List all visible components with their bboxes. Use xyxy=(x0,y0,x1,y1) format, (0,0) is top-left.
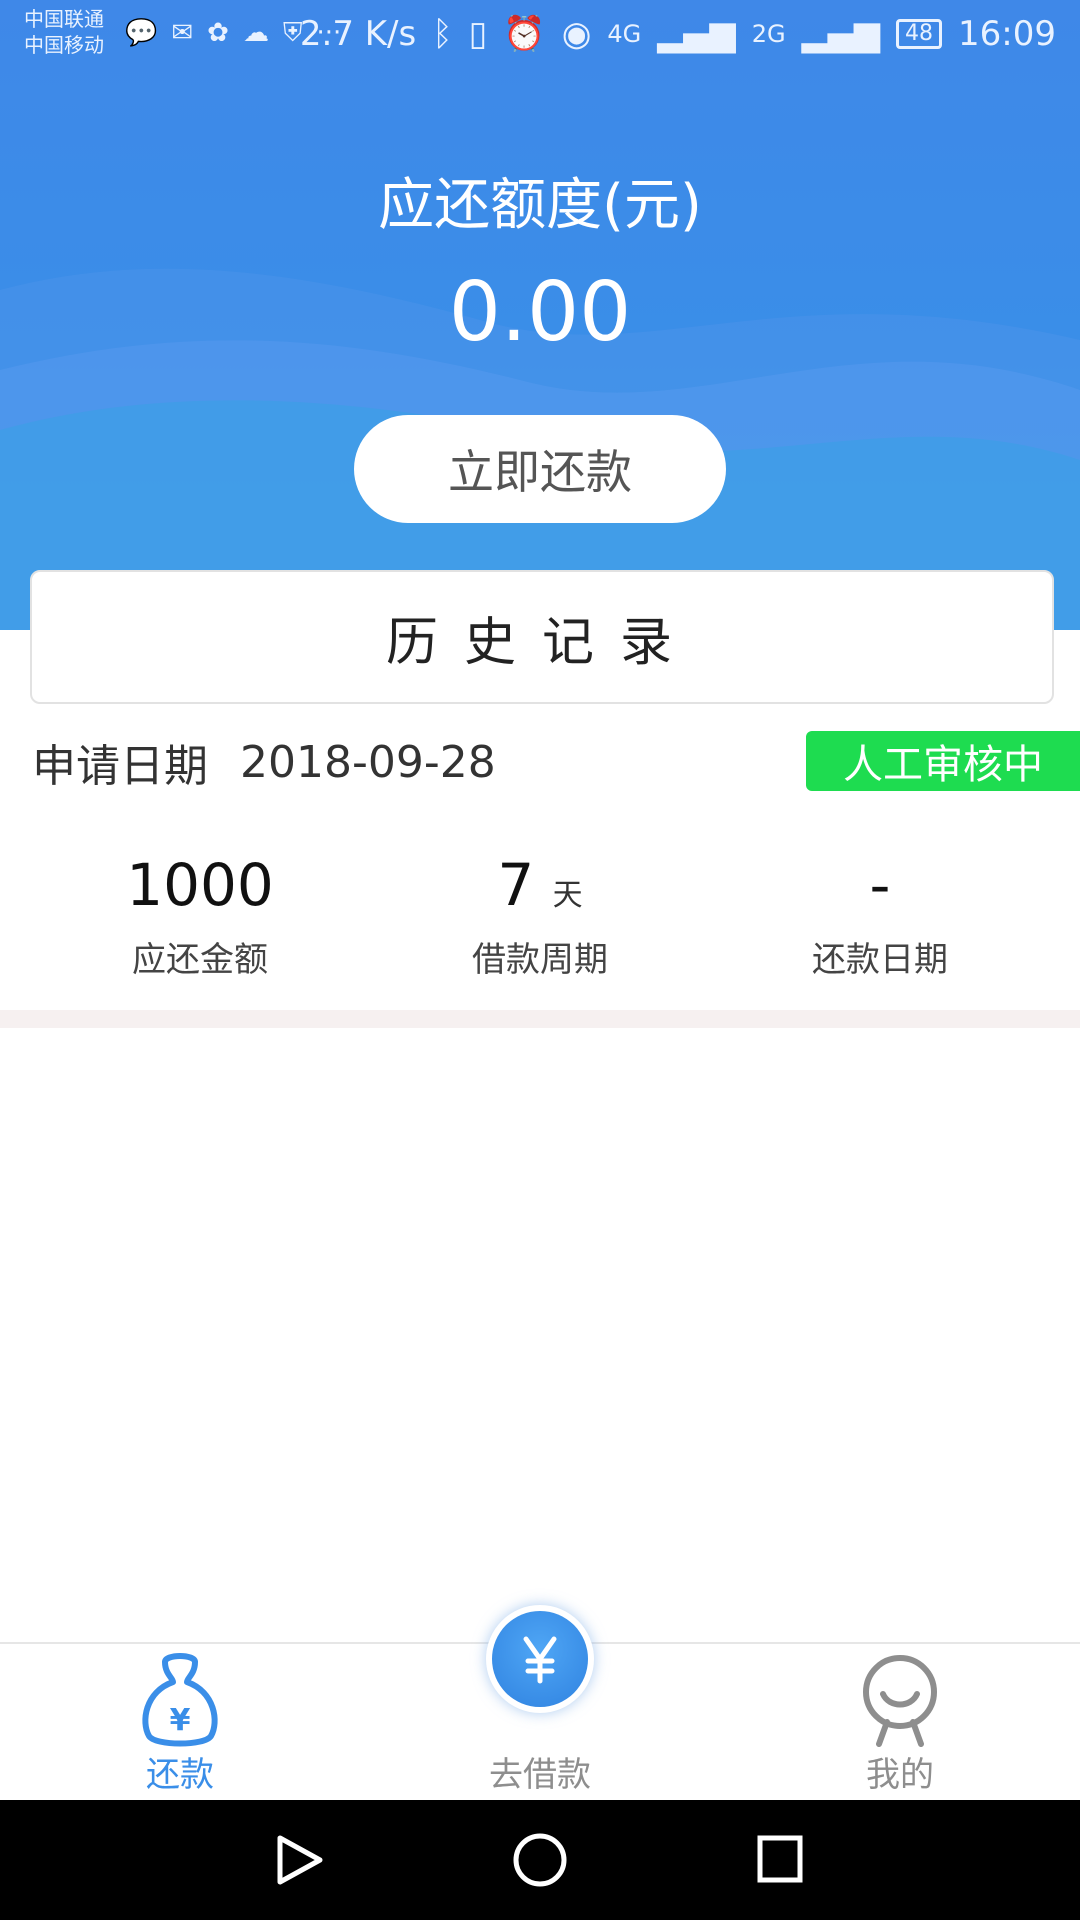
back-icon[interactable] xyxy=(277,1835,323,1885)
carrier-info: 中国联通 中国移动 xyxy=(24,6,104,58)
history-records-button[interactable]: 历史记录 xyxy=(30,570,1054,704)
stat-repay-date-label: 还款日期 xyxy=(812,940,948,980)
network-4g: 4G xyxy=(607,20,642,48)
eye-icon: ◉ xyxy=(561,14,592,54)
stat-amount: 1000 应还金额 xyxy=(50,850,350,981)
stat-repay-date-value: - xyxy=(869,851,891,919)
carrier-1: 中国联通 xyxy=(24,7,104,31)
apply-date-row: 申请日期 2018-09-28 xyxy=(32,730,496,794)
stat-amount-label: 应还金额 xyxy=(132,940,268,980)
stat-period: 7 天 借款周期 xyxy=(390,850,690,981)
money-bag-icon: ¥ xyxy=(142,1653,218,1747)
nav-label-mine: 我的 xyxy=(866,1755,934,1795)
yen-coin-icon xyxy=(492,1611,588,1707)
status-bar: 中国联通 中国移动 💬 ✉ ✿ ☁ ⛨ ··· 2.7 K/s ᛒ ▯ ⏰ ◉ … xyxy=(0,0,1080,70)
net-speed: 2.7 K/s xyxy=(299,14,417,54)
recent-apps-icon[interactable] xyxy=(757,1835,803,1883)
nav-label-borrow: 去借款 xyxy=(489,1755,591,1795)
stat-amount-value: 1000 xyxy=(126,851,274,919)
apply-date-value: 2018-09-28 xyxy=(240,736,496,788)
record-stats: 1000 应还金额 7 天 借款周期 - 还款日期 xyxy=(0,850,1080,990)
status-right: 2.7 K/s ᛒ ▯ ⏰ ◉ 4G ▂▄▆ 2G ▂▄▆ 48 16:09 xyxy=(300,14,1056,54)
nav-item-repay[interactable]: ¥ 还款 xyxy=(70,1644,290,1802)
app-icon: ✿ xyxy=(207,18,229,48)
nav-label-repay: 还款 xyxy=(146,1755,214,1795)
header-banner: 中国联通 中国移动 💬 ✉ ✿ ☁ ⛨ ··· 2.7 K/s ᛒ ▯ ⏰ ◉ … xyxy=(0,0,1080,630)
stat-period-unit: 天 xyxy=(552,878,583,913)
wechat-icon: ☁ xyxy=(242,18,269,48)
apply-date-label: 申请日期 xyxy=(32,741,208,792)
svg-text:¥: ¥ xyxy=(170,1703,191,1738)
amount-value: 0.00 xyxy=(448,265,632,360)
battery-icon: 48 xyxy=(896,19,943,49)
borrow-center-button[interactable] xyxy=(486,1605,594,1713)
status-badge: 人工审核中 xyxy=(806,731,1080,791)
mail-icon: ✉ xyxy=(171,18,194,48)
vibrate-icon: ▯ xyxy=(468,14,488,54)
section-divider xyxy=(0,1010,1080,1028)
stat-repay-date: - 还款日期 xyxy=(730,850,1030,981)
signal-icon-2: ▂▄▆ xyxy=(801,14,881,54)
system-nav-bar xyxy=(0,1800,1080,1920)
home-icon[interactable] xyxy=(513,1833,567,1887)
nav-item-mine[interactable]: 我的 xyxy=(790,1644,1010,1802)
amount-title: 应还额度(元) xyxy=(378,173,702,238)
stat-period-value: 7 xyxy=(497,851,535,919)
profile-icon xyxy=(863,1655,937,1747)
stat-period-label: 借款周期 xyxy=(472,940,608,980)
signal-icon: ▂▄▆ xyxy=(657,14,736,54)
repay-now-button[interactable]: 立即还款 xyxy=(354,415,726,523)
alarm-icon: ⏰ xyxy=(503,14,546,54)
clock: 16:09 xyxy=(958,14,1056,54)
carrier-2: 中国移动 xyxy=(24,33,104,57)
network-2g: 2G xyxy=(751,20,786,48)
bluetooth-icon: ᛒ xyxy=(432,14,453,54)
message-icon: 💬 xyxy=(125,18,158,48)
